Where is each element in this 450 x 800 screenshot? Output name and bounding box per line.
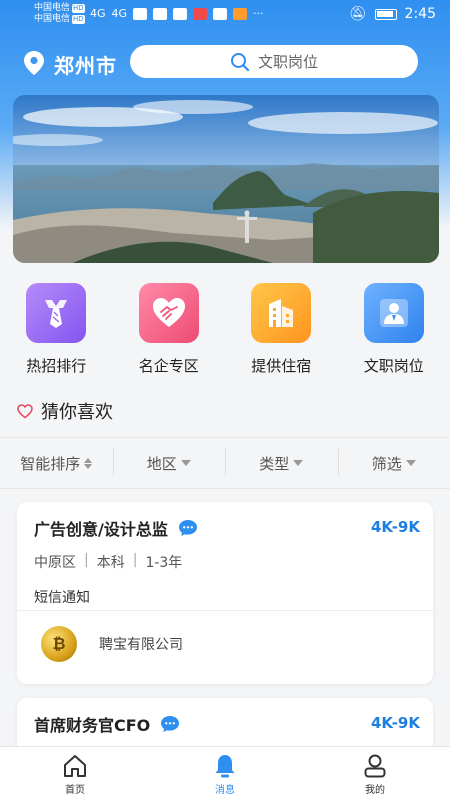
handshake-heart-icon bbox=[138, 283, 199, 343]
job-note: 短信通知 bbox=[34, 590, 90, 606]
tab-label: 首页 bbox=[65, 785, 85, 796]
company-name: 聘宝有限公司 bbox=[99, 637, 183, 653]
meta-separator: | bbox=[132, 552, 138, 568]
job-salary: 4K-9K bbox=[370, 714, 420, 732]
job-meta: 中原区 | 本科 | 1-3年 bbox=[34, 552, 182, 572]
quick-entry-label: 名企专区 bbox=[138, 357, 199, 375]
clock: 2:45 bbox=[404, 6, 436, 22]
building-icon bbox=[251, 283, 312, 343]
quick-entry-lodging[interactable]: 提供住宿 bbox=[225, 283, 338, 383]
battery-icon bbox=[374, 8, 397, 20]
filter-label: 类型 bbox=[259, 454, 290, 473]
search-placeholder: 文职岗位 bbox=[257, 53, 318, 71]
wechat-icon bbox=[173, 7, 188, 20]
top-header: 郑州市 文职岗位 bbox=[0, 42, 450, 82]
tie-icon bbox=[26, 283, 87, 343]
quick-entry-clerical[interactable]: 文职岗位 bbox=[338, 283, 450, 383]
tab-home[interactable]: 首页 bbox=[0, 747, 150, 800]
job-title-text: 广告创意/设计总监 bbox=[34, 520, 168, 539]
mute-icon: 🔕︎ bbox=[348, 6, 367, 22]
hd-badge-2: HD bbox=[72, 15, 85, 24]
filter-label: 筛选 bbox=[371, 454, 402, 473]
bell-icon bbox=[215, 755, 235, 778]
card-divider bbox=[17, 610, 433, 611]
dropdown-arrow-icon bbox=[293, 460, 304, 466]
quick-entry-hot[interactable]: 热招排行 bbox=[0, 283, 113, 383]
quick-entry-label: 文职岗位 bbox=[363, 357, 424, 375]
filter-sort[interactable]: 智能排序 bbox=[0, 453, 113, 474]
signal-label: 4G bbox=[90, 7, 106, 20]
filter-label: 地区 bbox=[146, 454, 177, 473]
company-logo-bitcoin-icon: ₿ bbox=[41, 626, 77, 662]
tab-label: 消息 bbox=[215, 785, 235, 796]
tab-label: 我的 bbox=[365, 785, 385, 796]
search-icon bbox=[230, 52, 250, 71]
app-icon-2 bbox=[213, 7, 228, 20]
job-title: 首席财务官CFO bbox=[34, 712, 180, 736]
quick-entries: 热招排行 名企专区 提供住宿 文职岗位 bbox=[0, 283, 450, 383]
tab-profile[interactable]: 我的 bbox=[300, 747, 450, 800]
hd-badge: HD bbox=[72, 4, 85, 13]
user-card-icon bbox=[363, 283, 424, 343]
quick-entry-label: 热招排行 bbox=[26, 357, 87, 375]
quick-entry-famous[interactable]: 名企专区 bbox=[113, 283, 226, 383]
app-icon bbox=[153, 7, 168, 20]
job-education: 本科 bbox=[96, 555, 125, 571]
filter-more[interactable]: 筛选 bbox=[337, 448, 450, 475]
chat-bubble-icon[interactable] bbox=[178, 519, 198, 537]
filter-region[interactable]: 地区 bbox=[112, 448, 226, 475]
carrier-1: 中国电信 bbox=[34, 3, 71, 13]
job-card[interactable]: 广告创意/设计总监 4K-9K 中原区 | 本科 | 1-3年 短信通知 ₿ 聘… bbox=[17, 502, 433, 684]
status-bar: 中国电信 HD 中国电信 HD 4G 4G ··· 🔕︎ 2:45 bbox=[0, 0, 450, 32]
quick-entry-label: 提供住宿 bbox=[251, 357, 312, 375]
job-title-text: 首席财务官CFO bbox=[34, 716, 151, 735]
job-title: 广告创意/设计总监 bbox=[34, 516, 198, 540]
filter-bar: 智能排序 地区 类型 筛选 bbox=[0, 437, 450, 489]
signal-label-2: 4G bbox=[111, 7, 128, 20]
guess-title: 猜你喜欢 bbox=[41, 402, 113, 423]
home-icon bbox=[64, 755, 86, 777]
sort-icon bbox=[84, 457, 93, 469]
notification-icon bbox=[193, 7, 208, 20]
video-icon bbox=[233, 7, 248, 20]
meta-separator: | bbox=[84, 552, 89, 568]
job-experience: 1-3年 bbox=[145, 555, 183, 571]
more-icon: ··· bbox=[253, 7, 264, 20]
company-info[interactable]: ₿ 聘宝有限公司 bbox=[41, 626, 183, 662]
user-icon bbox=[364, 754, 386, 778]
banner-image[interactable] bbox=[13, 95, 439, 263]
dropdown-arrow-icon bbox=[405, 460, 416, 466]
dropdown-arrow-icon bbox=[180, 460, 191, 466]
job-district: 中原区 bbox=[34, 555, 76, 571]
location-pin-icon[interactable] bbox=[24, 51, 44, 75]
city-selector[interactable]: 郑州市 bbox=[54, 50, 117, 79]
filter-label: 智能排序 bbox=[20, 454, 81, 473]
carrier-2: 中国电信 bbox=[34, 14, 71, 24]
guess-you-like-heading: 猜你喜欢 bbox=[17, 398, 113, 424]
heart-icon bbox=[17, 403, 33, 418]
tab-messages[interactable]: 消息 bbox=[150, 747, 300, 800]
filter-type[interactable]: 类型 bbox=[225, 448, 338, 475]
status-icons-left: 4G 4G ··· bbox=[90, 7, 264, 20]
chat-bubble-icon[interactable] bbox=[160, 715, 180, 733]
bottom-tab-bar: 首页 消息 我的 bbox=[0, 746, 450, 800]
job-salary: 4K-9K bbox=[370, 518, 420, 536]
carrier-info: 中国电信 HD 中国电信 HD bbox=[34, 3, 85, 25]
status-icons-right: 🔕︎ 2:45 bbox=[349, 6, 436, 22]
wifi-icon bbox=[133, 7, 148, 20]
search-box[interactable]: 文职岗位 bbox=[130, 45, 418, 78]
